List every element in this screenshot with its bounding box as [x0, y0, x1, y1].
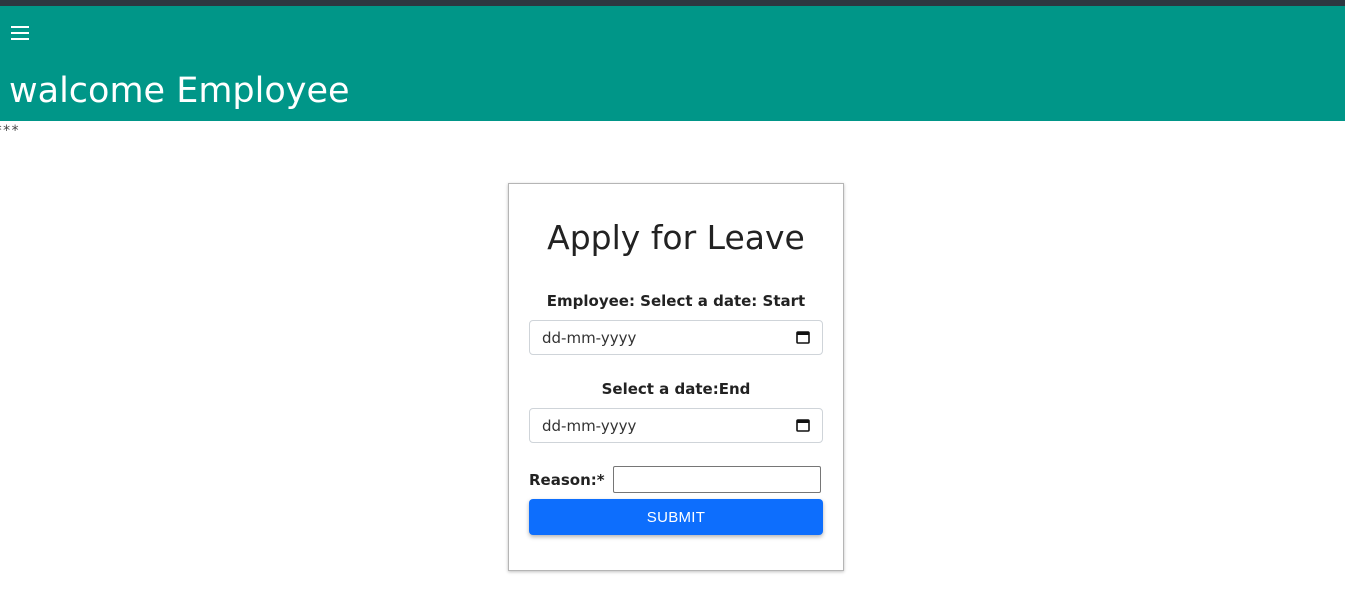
- form-title: Apply for Leave: [547, 218, 805, 257]
- stray-text: ***: [0, 123, 20, 139]
- reason-label: Reason:*: [529, 471, 605, 489]
- submit-button[interactable]: SUBMIT: [529, 499, 823, 535]
- start-date-label: Employee: Select a date: Start: [546, 292, 806, 310]
- reason-input[interactable]: [613, 466, 821, 493]
- start-date-input[interactable]: dd-mm-yyyy: [529, 320, 823, 355]
- end-date-label: Select a date:End: [601, 380, 751, 398]
- start-date-placeholder: dd-mm-yyyy: [542, 329, 637, 347]
- calendar-icon[interactable]: [796, 418, 810, 432]
- end-date-placeholder: dd-mm-yyyy: [542, 417, 637, 435]
- calendar-icon[interactable]: [796, 330, 810, 344]
- leave-form-card: Apply for Leave Employee: Select a date:…: [508, 183, 844, 571]
- hamburger-menu-icon[interactable]: [9, 20, 31, 46]
- page-title: walcome Employee: [9, 71, 350, 111]
- app-header: walcome Employee: [0, 6, 1345, 121]
- end-date-input[interactable]: dd-mm-yyyy: [529, 408, 823, 443]
